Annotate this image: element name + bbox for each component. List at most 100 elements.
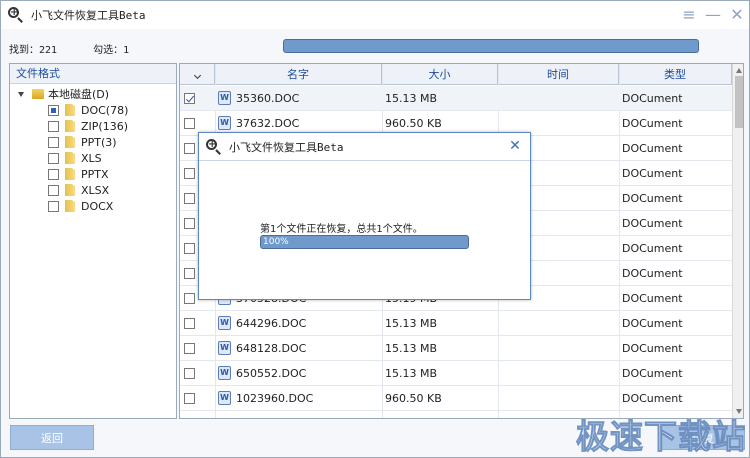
cell-name: 648128.DOC: [236, 342, 307, 355]
back-button[interactable]: 返回: [10, 425, 94, 450]
dialog-title-bar: + 小飞文件恢复工具Beta ✕: [199, 133, 530, 161]
row-checkbox[interactable]: [184, 243, 195, 254]
folder-icon: [65, 184, 75, 196]
table-row[interactable]: W 644296.DOC 15.13 MB DOCument: [180, 311, 732, 336]
row-checkbox[interactable]: [184, 143, 195, 154]
word-document-icon: W: [218, 116, 231, 130]
folder-icon: [65, 200, 75, 212]
minimize-icon[interactable]: —: [703, 5, 723, 25]
row-checkbox[interactable]: [184, 218, 195, 229]
folder-icon: [65, 152, 75, 164]
title-bar: + 小飞文件恢复工具Beta ≡ — ✕: [1, 1, 749, 29]
tree-item-label: PPTX: [81, 167, 109, 181]
cell-size: 15.13 MB: [385, 342, 438, 355]
folder-icon: [65, 136, 75, 148]
tree-checkbox[interactable]: [48, 168, 59, 180]
cell-type: DOCument: [622, 142, 683, 155]
cell-type: DOCument: [622, 192, 683, 205]
row-checkbox[interactable]: [184, 318, 195, 329]
row-checkbox[interactable]: [184, 393, 195, 404]
tree-item[interactable]: PPT(3): [48, 134, 117, 150]
tree-item-label: ZIP(136): [81, 119, 128, 133]
table-row[interactable]: W 648128.DOC 15.13 MB DOCument: [180, 336, 732, 361]
tree-item[interactable]: XLS: [48, 150, 102, 166]
row-checkbox[interactable]: [184, 368, 195, 379]
tree-checkbox[interactable]: [48, 200, 59, 212]
tree-root-label: 本地磁盘(D): [48, 88, 110, 101]
cell-size: 15.13 MB: [385, 367, 438, 380]
cell-type: DOCument: [622, 317, 683, 330]
progress-label: 100%: [263, 237, 289, 247]
dialog-close-icon[interactable]: ✕: [506, 137, 524, 155]
word-document-icon: W: [218, 91, 231, 105]
tree-item-label: PPT(3): [81, 135, 117, 149]
tree-item[interactable]: DOCX: [48, 198, 113, 214]
tree-item[interactable]: DOC(78): [48, 102, 128, 118]
cell-type: DOCument: [622, 117, 683, 130]
checked-count: 勾选：1: [93, 45, 130, 56]
app-title: 小飞文件恢复工具Beta: [31, 9, 146, 22]
cell-type: DOCument: [622, 242, 683, 255]
row-checkbox[interactable]: [184, 293, 195, 304]
watermark-logo: 极速下载站: [576, 417, 746, 457]
table-row[interactable]: W 650552.DOC 15.13 MB DOCument: [180, 361, 732, 386]
cell-size: 15.13 MB: [385, 317, 438, 330]
tree-checkbox[interactable]: [48, 120, 59, 132]
drive-icon: [32, 89, 44, 99]
scroll-up-icon[interactable]: [736, 68, 742, 73]
word-document-icon: W: [218, 391, 231, 405]
table-row[interactable]: W 35360.DOC 15.13 MB DOCument: [180, 86, 732, 111]
scan-progress-bar: [283, 39, 699, 53]
cell-type: DOCument: [622, 367, 683, 380]
cell-type: DOCument: [622, 292, 683, 305]
table-header: 名字 大小 时间 类型: [180, 64, 743, 85]
cell-type: DOCument: [622, 342, 683, 355]
tree-checkbox[interactable]: [48, 136, 59, 148]
tree-checkbox[interactable]: [48, 152, 59, 164]
word-document-icon: W: [218, 316, 231, 330]
cell-type: DOCument: [622, 267, 683, 280]
select-all-dropdown[interactable]: [180, 64, 215, 85]
recovery-dialog: + 小飞文件恢复工具Beta ✕ 第1个文件正在恢复，总共1个文件。 100%: [198, 132, 531, 300]
row-checkbox[interactable]: [184, 168, 195, 179]
cell-type: DOCument: [622, 217, 683, 230]
expand-arrow-icon[interactable]: [18, 91, 24, 97]
found-count: 找到：221: [9, 45, 58, 56]
column-type[interactable]: 类型: [619, 64, 732, 85]
tree-item-label: XLSX: [81, 183, 110, 197]
row-checkbox[interactable]: [184, 193, 195, 204]
column-size[interactable]: 大小: [382, 64, 498, 85]
tree-item[interactable]: PPTX: [48, 166, 109, 182]
tree-checkbox[interactable]: [48, 104, 59, 116]
row-checkbox[interactable]: [184, 93, 195, 104]
row-checkbox[interactable]: [184, 343, 195, 354]
tree-root-drive[interactable]: 本地磁盘(D): [18, 86, 109, 102]
dialog-message: 第1个文件正在恢复，总共1个文件。: [260, 224, 423, 235]
row-checkbox[interactable]: [184, 268, 195, 279]
cell-size: 960.50 KB: [385, 392, 442, 405]
cell-name: 1023960.DOC: [236, 392, 314, 405]
cell-type: DOCument: [622, 167, 683, 180]
column-name[interactable]: 名字: [215, 64, 382, 85]
format-tree: 文件格式 本地磁盘(D) DOC(78) ZIP(136) PPT(3) XLS PPT…: [9, 63, 177, 419]
dialog-title: 小飞文件恢复工具Beta: [229, 140, 344, 154]
column-time[interactable]: 时间: [498, 64, 619, 85]
cell-name: 644296.DOC: [236, 317, 307, 330]
app-window: + 小飞文件恢复工具Beta ≡ — ✕ 找到：221 勾选：1 文件格式 本地…: [0, 0, 750, 458]
status-line: 找到：221 勾选：1: [9, 41, 159, 56]
chevron-down-icon: [193, 71, 201, 80]
magnifier-plus-icon: +: [205, 138, 223, 156]
vertical-scrollbar[interactable]: [732, 64, 743, 418]
tree-item[interactable]: XLSX: [48, 182, 109, 198]
tree-header: 文件格式: [10, 64, 176, 84]
folder-icon: [65, 104, 75, 116]
tree-item-label: DOC(78): [81, 103, 129, 117]
close-icon[interactable]: ✕: [727, 5, 747, 25]
scrollbar-thumb[interactable]: [735, 76, 743, 128]
table-row[interactable]: W 1023960.DOC 960.50 KB DOCument: [180, 386, 732, 411]
tree-item[interactable]: ZIP(136): [48, 118, 128, 134]
menu-icon[interactable]: ≡: [679, 5, 699, 25]
cell-name: 35360.DOC: [236, 92, 300, 105]
row-checkbox[interactable]: [184, 118, 195, 129]
tree-checkbox[interactable]: [48, 184, 59, 196]
